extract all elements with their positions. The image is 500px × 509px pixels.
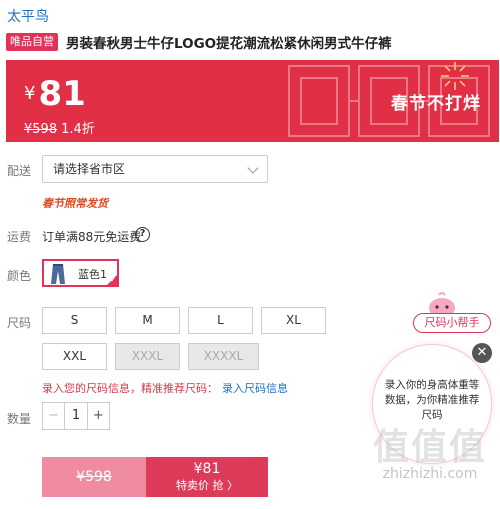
self-operated-badge: 唯品自营: [6, 33, 58, 51]
size-option-l[interactable]: L: [188, 307, 253, 334]
region-select[interactable]: 请选择省市区: [42, 155, 268, 183]
enter-size-link[interactable]: 录入尺码信息: [222, 382, 288, 395]
size-helper-text: 录入你的身高体重等数据，为你精准推荐尺码: [384, 379, 480, 421]
help-icon[interactable]: ?: [135, 227, 150, 242]
quantity-value[interactable]: 1: [65, 403, 86, 429]
buy-original-price: ¥598: [76, 469, 112, 485]
size-option-m[interactable]: M: [115, 307, 180, 334]
brand-link[interactable]: 太平鸟: [7, 6, 49, 26]
delivery-label: 配送: [7, 164, 32, 178]
watermark-logo: 值值值: [372, 427, 487, 468]
product-title: 男装春秋男士牛仔LOGO提花潮流松紧休闲男式牛仔裤: [66, 36, 392, 52]
color-option-blue[interactable]: 蓝色1 ✓: [42, 259, 119, 287]
size-helper-pill[interactable]: 尺码小帮手: [413, 313, 491, 333]
region-select-placeholder: 请选择省市区: [53, 162, 126, 176]
quantity-label: 数量: [7, 412, 32, 426]
sale-price: ¥81: [24, 74, 86, 114]
jeans-thumbnail-icon: [51, 264, 65, 284]
currency-symbol: ¥: [24, 83, 36, 104]
close-icon[interactable]: ✕: [472, 343, 492, 363]
color-label: 颜色: [7, 269, 32, 283]
discount-label: 1.4折: [61, 122, 95, 137]
increment-button[interactable]: +: [86, 403, 109, 429]
buy-action-label: 特卖价 抢 〉: [176, 479, 238, 492]
size-option-xl[interactable]: XL: [261, 307, 326, 334]
price-subline: ¥598 1.4折: [24, 118, 95, 137]
firework-icon: [441, 62, 469, 90]
original-price-block: ¥598: [42, 457, 146, 497]
size-option-s[interactable]: S: [42, 307, 107, 334]
price-banner: ¥81 ¥598 1.4折 春节不打烊: [6, 60, 499, 142]
check-icon: ✓: [110, 276, 116, 284]
shipping-note: 春节照常发货: [42, 197, 108, 210]
color-option-label: 蓝色1: [78, 268, 107, 281]
quantity-stepper: − 1 +: [42, 402, 110, 430]
size-label: 尺码: [7, 316, 32, 330]
size-option-xxxl: XXXL: [115, 343, 180, 370]
freight-text: 订单满88元免运费: [42, 230, 142, 244]
original-price: ¥598: [24, 122, 58, 137]
buy-price: ¥81: [193, 461, 221, 477]
sale-price-value: 81: [38, 74, 86, 114]
freight-label: 运费: [7, 230, 32, 244]
size-hint-text: 录入您的尺码信息，精准推荐尺码：: [42, 382, 218, 395]
promo-text: 春节不打烊: [391, 94, 481, 114]
watermark: 值值值 zhizhizhi.com: [360, 418, 500, 482]
size-option-xxxxl: XXXXL: [188, 343, 259, 370]
buy-now-button[interactable]: ¥81 特卖价 抢 〉: [146, 457, 268, 497]
decrement-button[interactable]: −: [43, 403, 66, 429]
size-option-xxl[interactable]: XXL: [42, 343, 107, 370]
chevron-down-icon: [247, 162, 259, 174]
size-hint: 录入您的尺码信息，精准推荐尺码： 录入尺码信息: [42, 380, 288, 396]
